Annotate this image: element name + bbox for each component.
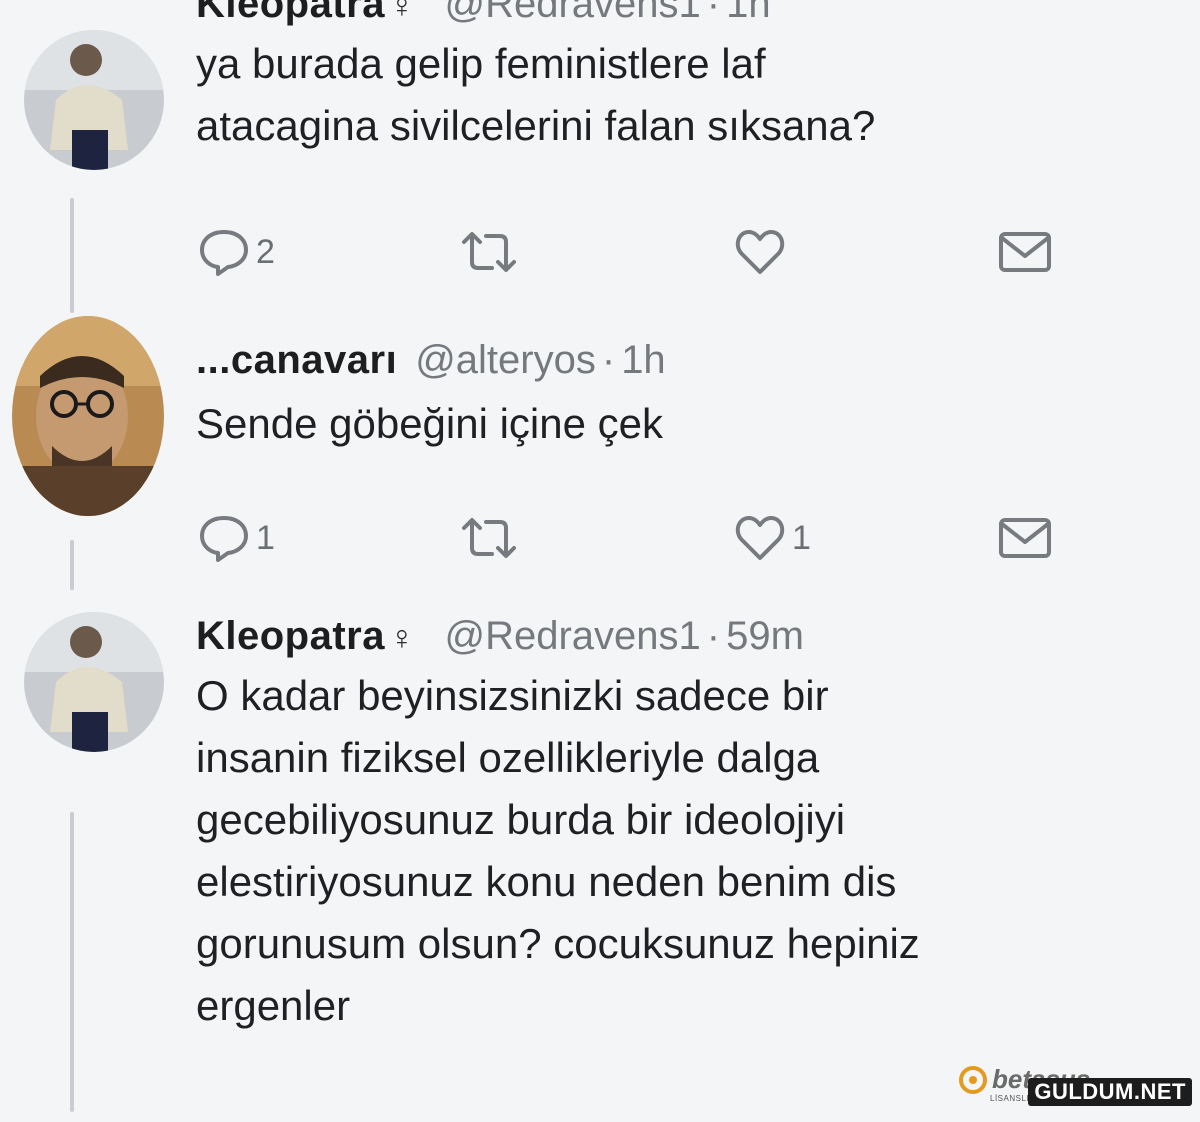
retweet-button[interactable] — [456, 508, 526, 568]
reply-icon — [200, 230, 248, 276]
timestamp[interactable]: 1h — [621, 338, 666, 383]
tweet-3[interactable]: Kleopatra ♀ @Redravens1 · 59m O kadar be… — [0, 600, 1200, 1100]
avatar-kleopatra[interactable] — [24, 612, 164, 752]
separator-dot: · — [706, 0, 721, 26]
display-name[interactable]: Kleopatra — [196, 614, 385, 659]
separator-dot: · — [706, 614, 721, 658]
retweet-icon — [462, 232, 516, 272]
timestamp[interactable]: 59m — [726, 614, 804, 659]
direct-message-button[interactable] — [996, 508, 1054, 568]
timestamp[interactable]: 1h — [726, 0, 771, 27]
user-handle[interactable]: @Redravens1 — [445, 0, 701, 27]
female-symbol-icon: ♀ — [389, 0, 415, 25]
retweet-icon — [462, 518, 516, 558]
tweet-actions: 1 1 — [196, 508, 1056, 568]
tweet-text: Sende göbeğini içine çek — [196, 400, 664, 447]
betasus-logo-icon — [959, 1065, 987, 1094]
tweet-header: ...canavarı @alteryos · 1h — [196, 338, 1180, 383]
display-name[interactable]: Kleopatra — [196, 0, 385, 27]
user-handle[interactable]: @alteryos — [415, 338, 596, 383]
tweet-header: Kleopatra ♀ @Redravens1 · 59m — [196, 614, 1180, 659]
like-button[interactable] — [732, 222, 792, 282]
tweet-1[interactable]: Kleopatra ♀ @Redravens1 · 1h ya burada g… — [0, 0, 1200, 300]
like-button[interactable]: 1 — [732, 508, 811, 568]
reply-button[interactable]: 2 — [196, 222, 275, 282]
like-count: 1 — [792, 518, 811, 557]
tweet-header: Kleopatra ♀ @Redravens1 · 1h — [196, 0, 1180, 27]
separator-dot: · — [601, 338, 616, 382]
retweet-button[interactable] — [456, 222, 526, 282]
reply-count: 1 — [256, 518, 275, 557]
female-symbol-icon: ♀ — [389, 619, 415, 657]
like-icon — [735, 230, 785, 274]
watermark: betasus LİSANSLI BAHİS SİTESİ GULDUM.NET — [952, 1064, 1192, 1116]
reply-button[interactable]: 1 — [196, 508, 275, 568]
direct-message-icon — [999, 232, 1051, 272]
user-handle[interactable]: @Redravens1 — [445, 614, 701, 659]
avatar-alteryos[interactable] — [12, 316, 164, 516]
tweet-2[interactable]: ...canavarı @alteryos · 1h Sende göbeğin… — [0, 316, 1200, 576]
display-name[interactable]: ...canavarı — [196, 338, 397, 383]
direct-message-button[interactable] — [996, 222, 1054, 282]
direct-message-icon — [999, 518, 1051, 558]
watermark-site: GULDUM.NET — [1028, 1078, 1192, 1106]
avatar-kleopatra[interactable] — [24, 30, 164, 170]
tweet-actions: 2 — [196, 222, 1056, 282]
tweet-text: O kadar beyinsizsinizki sadece bir insan… — [196, 672, 920, 1029]
reply-count: 2 — [256, 232, 275, 271]
like-icon — [735, 516, 785, 560]
tweet-text: ya burada gelip feministlere laf atacagi… — [196, 40, 876, 149]
reply-icon — [200, 516, 248, 562]
